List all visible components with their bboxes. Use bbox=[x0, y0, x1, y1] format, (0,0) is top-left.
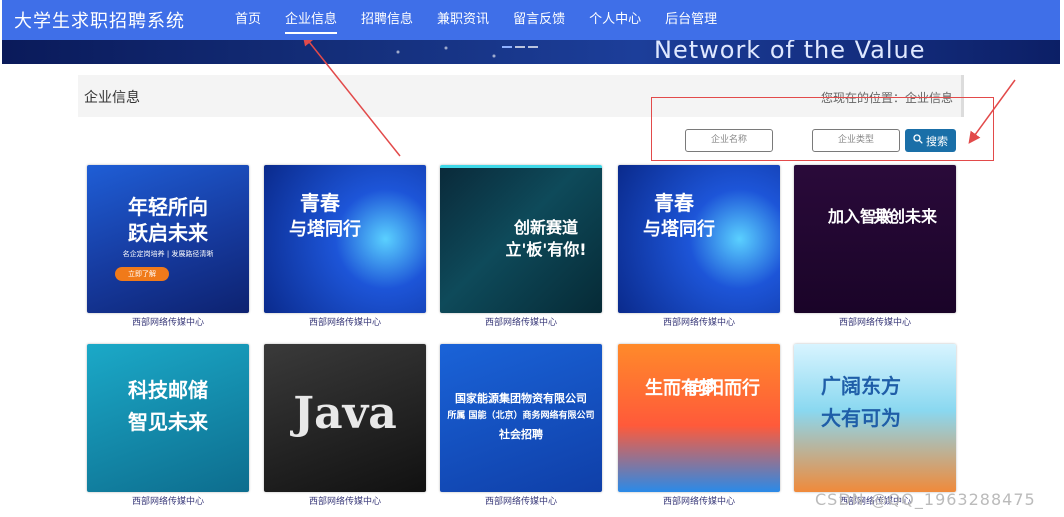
nav-item-home[interactable]: 首页 bbox=[223, 0, 273, 40]
search-button-label: 搜索 bbox=[926, 134, 948, 148]
company-poster[interactable]: 加入智联 共创未来 bbox=[794, 165, 956, 313]
poster-line: 社会招聘 bbox=[499, 428, 543, 441]
poster-line: 立'板'有你! bbox=[505, 240, 587, 259]
poster-line: Java bbox=[293, 388, 397, 439]
company-poster[interactable]: 生而有梦 向阳而行 bbox=[618, 344, 780, 492]
top-banner: Network of the Value 大学生求职招聘系统 首页 企业信息 招… bbox=[2, 0, 1060, 64]
company-card[interactable]: 创新赛道 立'板'有你! 西部网络传媒中心 bbox=[440, 165, 602, 328]
company-caption[interactable]: 西部网络传媒中心 bbox=[618, 494, 780, 507]
poster-line: 共创未来 bbox=[872, 207, 937, 226]
nav-item-admin[interactable]: 后台管理 bbox=[653, 0, 729, 40]
poster-subtitle: 名企定岗培养 | 发展路径清晰 bbox=[122, 250, 214, 258]
company-card[interactable]: 生而有梦 向阳而行 西部网络传媒中心 bbox=[618, 344, 780, 507]
search-icon bbox=[913, 134, 923, 147]
poster-line: 智见未来 bbox=[128, 410, 208, 434]
company-card[interactable]: 广阔东方 大有可为 西部网络传媒中心 bbox=[794, 344, 956, 507]
company-caption[interactable]: 西部网络传媒中心 bbox=[440, 315, 602, 328]
hero-decoration bbox=[382, 42, 542, 62]
nav-item-feedback[interactable]: 留言反馈 bbox=[501, 0, 577, 40]
poster-line: 青春 bbox=[654, 191, 694, 215]
poster-line: 国家能源集团物资有限公司 bbox=[455, 392, 587, 405]
company-card[interactable]: 年轻所向 跃启未来 名企定岗培养 | 发展路径清晰 立即了解 西部网络传媒中心 bbox=[87, 165, 249, 328]
company-card[interactable]: 青春 与塔同行 西部网络传媒中心 bbox=[618, 165, 780, 328]
company-poster[interactable]: 创新赛道 立'板'有你! bbox=[440, 165, 602, 313]
poster-line: 所属 国能（北京）商务网络有限公司 bbox=[447, 411, 595, 421]
company-poster[interactable]: 国家能源集团物资有限公司 所属 国能（北京）商务网络有限公司 社会招聘 bbox=[440, 344, 602, 492]
poster-line: 年轻所向 bbox=[128, 195, 208, 219]
company-poster[interactable]: 广阔东方 大有可为 bbox=[794, 344, 956, 492]
site-brand[interactable]: 大学生求职招聘系统 bbox=[14, 7, 185, 33]
page-title: 企业信息 bbox=[84, 90, 140, 106]
company-poster[interactable]: Java bbox=[264, 344, 426, 492]
nav-item-companies[interactable]: 企业信息 bbox=[273, 0, 349, 40]
company-caption[interactable]: 西部网络传媒中心 bbox=[264, 315, 426, 328]
nav-item-profile[interactable]: 个人中心 bbox=[577, 0, 653, 40]
company-type-input[interactable]: 企业类型 bbox=[812, 129, 900, 152]
search-button[interactable]: 搜索 bbox=[905, 129, 956, 152]
company-name-input[interactable]: 企业名称 bbox=[685, 129, 773, 152]
company-card[interactable]: 国家能源集团物资有限公司 所属 国能（北京）商务网络有限公司 社会招聘 西部网络… bbox=[440, 344, 602, 507]
company-caption[interactable]: 西部网络传媒中心 bbox=[87, 315, 249, 328]
company-card[interactable]: Java 西部网络传媒中心 bbox=[264, 344, 426, 507]
poster-line: 广阔东方 bbox=[821, 374, 901, 398]
poster-line: 跃启未来 bbox=[128, 221, 208, 245]
company-caption[interactable]: 西部网络传媒中心 bbox=[794, 315, 956, 328]
company-poster[interactable]: 年轻所向 跃启未来 名企定岗培养 | 发展路径清晰 立即了解 bbox=[87, 165, 249, 313]
company-caption[interactable]: 西部网络传媒中心 bbox=[87, 494, 249, 507]
poster-line: 与塔同行 bbox=[643, 219, 715, 240]
company-poster[interactable]: 青春 与塔同行 bbox=[618, 165, 780, 313]
company-caption[interactable]: 西部网络传媒中心 bbox=[264, 494, 426, 507]
page: Network of the Value 大学生求职招聘系统 首页 企业信息 招… bbox=[0, 0, 1064, 517]
nav-item-jobs[interactable]: 招聘信息 bbox=[349, 0, 425, 40]
poster-badge: 立即了解 bbox=[115, 267, 169, 281]
company-card[interactable]: 科技邮储 智见未来 西部网络传媒中心 bbox=[87, 344, 249, 507]
nav-item-parttime[interactable]: 兼职资讯 bbox=[425, 0, 501, 40]
company-poster[interactable]: 科技邮储 智见未来 bbox=[87, 344, 249, 492]
poster-line: 青春 bbox=[300, 191, 340, 215]
company-caption[interactable]: 西部网络传媒中心 bbox=[440, 494, 602, 507]
poster-line: 科技邮储 bbox=[128, 378, 208, 402]
main-nav: 大学生求职招聘系统 首页 企业信息 招聘信息 兼职资讯 留言反馈 个人中心 后台… bbox=[2, 0, 1060, 40]
poster-line: 大有可为 bbox=[821, 406, 901, 430]
hero-carousel-dots[interactable] bbox=[502, 46, 538, 48]
poster-line: 创新赛道 bbox=[513, 218, 578, 237]
company-card[interactable]: 青春 与塔同行 西部网络传媒中心 bbox=[264, 165, 426, 328]
poster-line: 向阳而行 bbox=[688, 378, 760, 399]
hero-slogan: Network of the Value bbox=[654, 36, 926, 64]
watermark: CSDN @QQ_1963288475 bbox=[815, 490, 1036, 509]
poster-line: 与塔同行 bbox=[289, 219, 361, 240]
company-caption[interactable]: 西部网络传媒中心 bbox=[618, 315, 780, 328]
company-card[interactable]: 加入智联 共创未来 西部网络传媒中心 bbox=[794, 165, 956, 328]
company-poster[interactable]: 青春 与塔同行 bbox=[264, 165, 426, 313]
